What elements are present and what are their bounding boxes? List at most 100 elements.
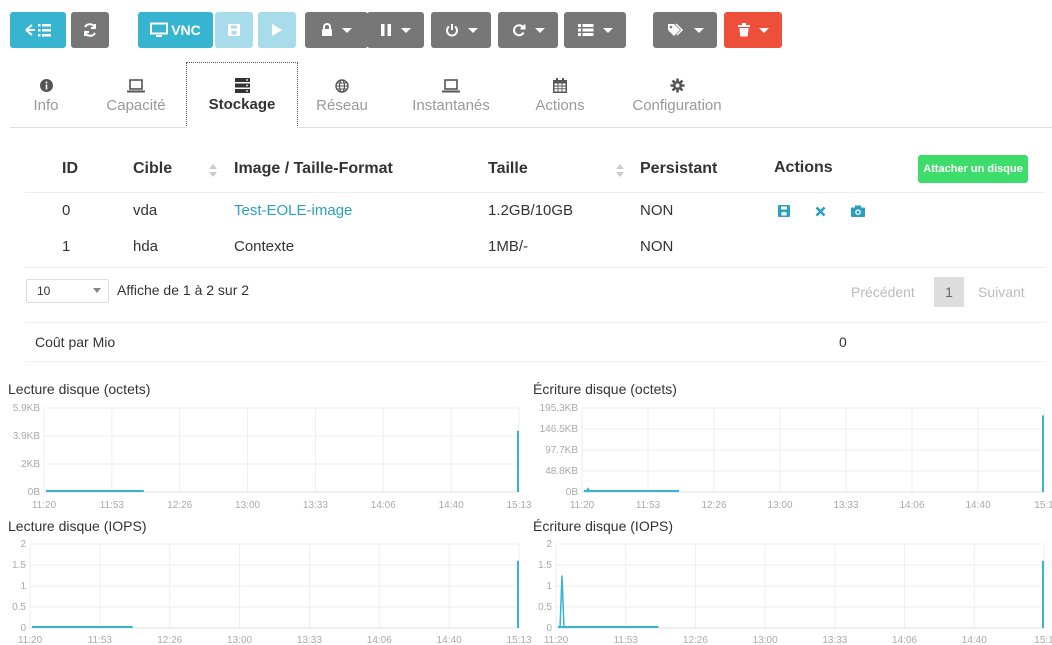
back-list-icon xyxy=(25,24,51,37)
laptop-icon xyxy=(442,77,460,95)
floppy-icon xyxy=(228,24,240,36)
next-page-button[interactable]: Suivant xyxy=(978,284,1025,300)
y-tick-label: 97.7KB xyxy=(545,445,578,456)
pagination-info: Affiche de 1 à 2 sur 2 xyxy=(117,282,250,298)
play-icon xyxy=(272,24,282,36)
x-tick-label: 13:33 xyxy=(822,635,847,645)
y-tick-label: 2KB xyxy=(21,459,40,470)
y-tick-label: 1 xyxy=(20,581,26,592)
x-tick-label: 13:00 xyxy=(227,635,252,645)
power-menu-button[interactable] xyxy=(431,12,491,48)
back-to-list-button[interactable] xyxy=(10,12,66,48)
x-tick-label: 13:00 xyxy=(235,500,260,511)
attach-disk-button[interactable]: Attacher un disque xyxy=(918,155,1028,183)
tab-actions[interactable]: Actions xyxy=(530,62,590,128)
cell-persistent: NON xyxy=(640,238,674,255)
cell-size: 1MB/- xyxy=(488,238,529,255)
list-icon xyxy=(577,24,593,36)
column-header-persistent[interactable]: Persistant xyxy=(640,160,717,178)
chart-svg: 0 0.5 1 1.5 2 11:20 11:53 12:26 13:00 13:33 14:06 1… xyxy=(538,539,1052,645)
chart-title: Lecture disque (IOPS) xyxy=(8,518,147,534)
column-header-size[interactable]: Taille xyxy=(488,160,528,178)
tab-label: Instantanés xyxy=(412,96,490,114)
x-tick-label: 14:06 xyxy=(899,500,924,511)
refresh-button[interactable] xyxy=(71,12,109,48)
page-number-button[interactable]: 1 xyxy=(934,277,964,307)
cost-label: Coût par Mio xyxy=(35,334,116,350)
y-tick-label: 0 xyxy=(546,623,552,634)
sort-icon[interactable] xyxy=(616,164,624,178)
tab-label: Configuration xyxy=(632,96,722,114)
delete-menu-button[interactable] xyxy=(724,12,782,48)
chart-title: Lecture disque (octets) xyxy=(8,381,151,397)
chevron-down-icon xyxy=(693,27,704,33)
previous-page-button[interactable]: Précédent xyxy=(851,284,915,300)
page-size-select[interactable]: 10 xyxy=(26,279,109,303)
tab-label: Capacité xyxy=(106,96,166,114)
divider xyxy=(25,322,1045,323)
toolbar: VNC xyxy=(10,12,810,48)
refresh-icon xyxy=(84,23,96,37)
x-tick-label: 11:53 xyxy=(88,635,113,645)
trash-icon xyxy=(737,23,750,37)
x-tick-label: 11:20 xyxy=(18,635,43,645)
tab-snapshots[interactable]: Instantanés xyxy=(408,62,494,128)
chevron-down-icon xyxy=(758,27,769,33)
x-tick-label: 12:26 xyxy=(701,500,726,511)
x-tick-label: 11:53 xyxy=(636,500,661,511)
save-disk-icon[interactable] xyxy=(777,204,791,218)
column-header-target[interactable]: Cible xyxy=(133,160,172,178)
vnc-button[interactable]: VNC xyxy=(138,12,213,48)
column-header-id[interactable]: ID xyxy=(62,160,78,178)
cell-id: 1 xyxy=(62,238,71,255)
x-tick-label: 11:20 xyxy=(32,500,57,511)
list-menu-button[interactable] xyxy=(564,12,626,48)
tab-configuration[interactable]: Configuration xyxy=(628,62,726,128)
laptop-icon xyxy=(127,77,145,95)
chevron-down-icon xyxy=(93,288,101,293)
y-tick-label: 0B xyxy=(566,487,579,498)
reboot-menu-button[interactable] xyxy=(498,12,558,48)
x-tick-label: 15:1 xyxy=(1034,500,1052,511)
y-tick-label: 0B xyxy=(28,487,41,498)
redo-icon xyxy=(512,24,525,37)
tab-capacity[interactable]: Capacité xyxy=(98,62,174,128)
server-icon xyxy=(234,76,250,94)
globe-icon xyxy=(335,77,349,95)
y-tick-label: 1.5 xyxy=(12,560,26,571)
cost-value: 0 xyxy=(839,334,847,350)
info-icon xyxy=(39,77,53,95)
tab-storage[interactable]: Stockage xyxy=(186,62,298,128)
monitor-icon xyxy=(150,22,169,37)
y-tick-label: 0 xyxy=(20,623,26,634)
tab-info[interactable]: Info xyxy=(28,62,64,128)
sort-icon[interactable] xyxy=(209,164,217,178)
x-tick-label: 11:53 xyxy=(100,500,125,511)
column-header-actions: Actions xyxy=(774,159,833,176)
y-tick-label: 1 xyxy=(546,581,552,592)
tab-label: Actions xyxy=(535,96,585,114)
data-point-start xyxy=(559,575,565,629)
save-button[interactable] xyxy=(215,12,253,48)
chevron-down-icon xyxy=(401,27,411,33)
tab-network[interactable]: Réseau xyxy=(314,62,370,128)
chevron-down-icon xyxy=(467,27,478,33)
column-header-image[interactable]: Image / Taille-Format xyxy=(234,160,393,178)
power-icon xyxy=(445,24,458,37)
tab-label: Réseau xyxy=(316,96,368,114)
lock-menu-button[interactable] xyxy=(305,12,368,48)
x-tick-label: 13:33 xyxy=(833,500,858,511)
detach-disk-icon[interactable] xyxy=(813,204,827,218)
image-link[interactable]: Test-EOLE-image xyxy=(234,202,352,219)
x-tick-label: 12:26 xyxy=(157,635,182,645)
labels-menu-button[interactable] xyxy=(653,12,717,48)
tags-icon xyxy=(667,23,683,36)
camera-icon[interactable] xyxy=(851,204,865,218)
play-button[interactable] xyxy=(258,12,296,48)
pause-menu-button[interactable] xyxy=(367,12,424,48)
chart-title: Écriture disque (IOPS) xyxy=(533,518,674,534)
y-tick-label: 2 xyxy=(546,539,552,550)
x-tick-label: 15:1 xyxy=(1034,635,1052,645)
x-tick-label: 14:40 xyxy=(437,635,462,645)
chart-svg: 0B 2KB 3.9KB 5.9KB 11:20 11:53 12:26 13:00 13:33… xyxy=(13,403,532,511)
